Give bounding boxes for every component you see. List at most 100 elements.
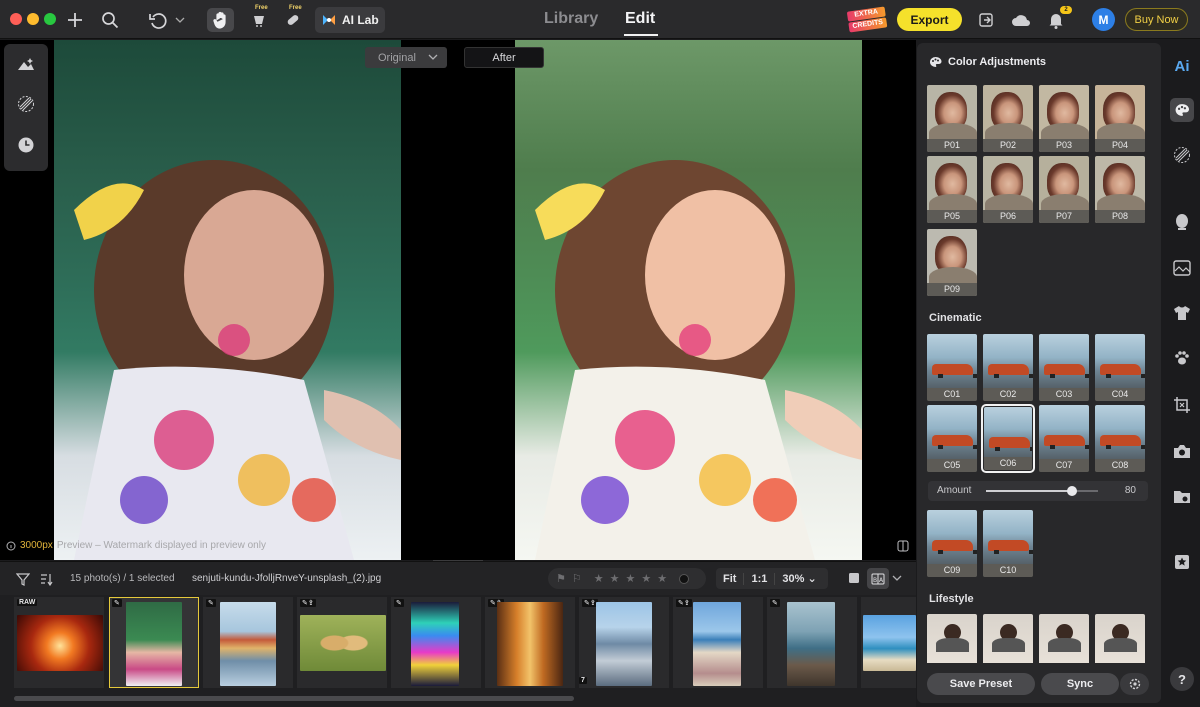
folder-view-icon[interactable] — [1170, 484, 1194, 508]
clothing-shirt-icon[interactable] — [1170, 301, 1194, 325]
thumbnail-rocky-shore[interactable]: ✎ — [767, 597, 857, 688]
sync-settings-button[interactable] — [1120, 673, 1149, 695]
favorite-star-icon[interactable] — [1170, 550, 1194, 574]
tab-edit[interactable]: Edit — [625, 10, 655, 28]
hand-tool-icon[interactable] — [207, 8, 234, 32]
preset-c09[interactable]: C09 — [927, 510, 977, 577]
portrait-face-icon[interactable] — [1170, 210, 1194, 234]
star-2-icon[interactable]: ★ — [610, 572, 620, 585]
preset-p05[interactable]: P05 — [927, 156, 977, 223]
preset-c03[interactable]: C03 — [1039, 334, 1089, 401]
preset-c06[interactable]: C06 — [981, 404, 1035, 473]
before-photo — [54, 40, 401, 560]
thumbnail-image — [126, 602, 182, 686]
thumbnail-tunnel-light[interactable]: RAW — [14, 597, 104, 688]
preset-p04[interactable]: P04 — [1095, 85, 1145, 152]
amount-track[interactable] — [986, 486, 1098, 496]
export-button[interactable]: Export — [897, 8, 962, 31]
preset-c04[interactable]: C04 — [1095, 334, 1145, 401]
preset-c07[interactable]: C07 — [1039, 405, 1089, 472]
camera-icon[interactable] — [1170, 439, 1194, 463]
zoom-level: 30% — [782, 573, 805, 585]
ai-lab-icon — [323, 15, 335, 25]
sync-button[interactable]: Sync — [1041, 673, 1119, 695]
preset-p01[interactable]: P01 — [927, 85, 977, 152]
search-icon[interactable] — [99, 8, 121, 32]
free-tool-2-icon[interactable]: Free — [282, 5, 304, 32]
thumbnail-two-puppies[interactable]: ✎⇪ — [297, 597, 387, 688]
filter-icon[interactable] — [14, 567, 32, 591]
thumbnail-beach-crowd[interactable]: ✎⇪ — [673, 597, 763, 688]
history-dropdown-chevron-icon[interactable] — [173, 8, 187, 32]
preset-c01[interactable]: C01 — [927, 334, 977, 401]
thumbnail-city-skyline[interactable]: ✎⇪ 7 — [579, 597, 669, 688]
image-canvas[interactable]: Original After 3000px Preview – Watermar… — [0, 40, 916, 560]
close-window-button[interactable] — [10, 13, 22, 25]
ai-lab-button[interactable]: AI Lab — [315, 7, 385, 33]
star-1-icon[interactable]: ★ — [594, 572, 604, 585]
flag-reject-icon[interactable]: ⚐ — [572, 572, 582, 585]
cloud-icon[interactable] — [1010, 8, 1032, 32]
thumbnail-painted-child[interactable]: ✎ — [109, 597, 199, 688]
background-landscape-icon[interactable] — [1170, 256, 1194, 280]
original-view-dropdown[interactable]: Original — [365, 47, 447, 68]
preset-p03[interactable]: P03 — [1039, 85, 1089, 152]
thumbnail-waterfront-town[interactable]: ✎ — [203, 597, 293, 688]
thumbnail-image — [300, 615, 386, 671]
color-label-icon[interactable] — [679, 573, 690, 584]
minimize-window-button[interactable] — [27, 13, 39, 25]
free-tool-1-icon[interactable]: Free — [248, 5, 270, 32]
preset-p07[interactable]: P07 — [1039, 156, 1089, 223]
avatar[interactable]: M — [1092, 8, 1115, 31]
buy-now-button[interactable]: Buy Now — [1125, 8, 1188, 31]
pet-paw-icon[interactable] — [1170, 346, 1194, 370]
preset-p08[interactable]: P08 — [1095, 156, 1145, 223]
crop-icon[interactable] — [1170, 393, 1194, 417]
thumbnail-image — [693, 602, 741, 686]
filmstrip-scrollbar[interactable] — [14, 696, 574, 701]
preset-label: C03 — [1039, 388, 1089, 401]
color-adjustments-tab-icon[interactable] — [1170, 98, 1194, 122]
extra-credits-badge[interactable]: EXTRA CREDITS — [846, 5, 888, 33]
adjust-tool-icon[interactable] — [16, 54, 36, 74]
fit-button[interactable]: Fit — [716, 572, 745, 585]
preset-c02[interactable]: C02 — [983, 334, 1033, 401]
texture-tool-icon[interactable] — [16, 94, 36, 114]
zoom-level-select[interactable]: 30% ⌄ — [775, 572, 823, 585]
share-export-icon[interactable] — [976, 8, 996, 32]
star-5-icon[interactable]: ★ — [657, 572, 667, 585]
add-icon[interactable] — [64, 8, 86, 32]
flag-pick-icon[interactable]: ⚑ — [556, 572, 566, 585]
before-after-view-icon[interactable]: BA — [867, 568, 889, 589]
ai-assistant-icon[interactable]: Ai — [1170, 54, 1194, 78]
amount-handle[interactable] — [1067, 486, 1077, 496]
one-to-one-button[interactable]: 1:1 — [744, 572, 776, 585]
thumbnail-narrow-street[interactable]: ✎⇪ — [485, 597, 575, 688]
preset-thumb-car — [932, 364, 977, 378]
preset-c05[interactable]: C05 — [927, 405, 977, 472]
single-view-icon[interactable] — [846, 569, 862, 587]
star-4-icon[interactable]: ★ — [641, 572, 651, 585]
star-3-icon[interactable]: ★ — [626, 572, 636, 585]
preset-p06[interactable]: P06 — [983, 156, 1033, 223]
preset-p09[interactable]: P09 — [927, 229, 977, 296]
thumbnail-neon-tower[interactable]: ✎ — [391, 597, 481, 688]
amount-slider[interactable]: Amount 80 — [928, 481, 1148, 501]
undo-icon[interactable] — [146, 8, 170, 32]
preset-c08[interactable]: C08 — [1095, 405, 1145, 472]
texture-tab-icon[interactable] — [1170, 143, 1194, 167]
zoom-window-button[interactable] — [44, 13, 56, 25]
history-clock-icon[interactable] — [16, 135, 36, 155]
split-compare-icon[interactable] — [897, 540, 909, 555]
help-button[interactable]: ? — [1170, 667, 1194, 691]
preview-note: 3000px Preview – Watermark displayed in … — [6, 540, 266, 551]
tab-library[interactable]: Library — [544, 10, 598, 28]
preset-c10[interactable]: C10 — [983, 510, 1033, 577]
sort-icon[interactable] — [37, 567, 55, 591]
after-view-label[interactable]: After — [464, 47, 544, 68]
preset-p02[interactable]: P02 — [983, 85, 1033, 152]
thumbnail-tropical-beach[interactable] — [861, 597, 916, 688]
preset-thumb-car — [932, 540, 977, 554]
view-mode-chevron-icon[interactable] — [890, 569, 904, 587]
save-preset-button[interactable]: Save Preset — [927, 673, 1035, 695]
